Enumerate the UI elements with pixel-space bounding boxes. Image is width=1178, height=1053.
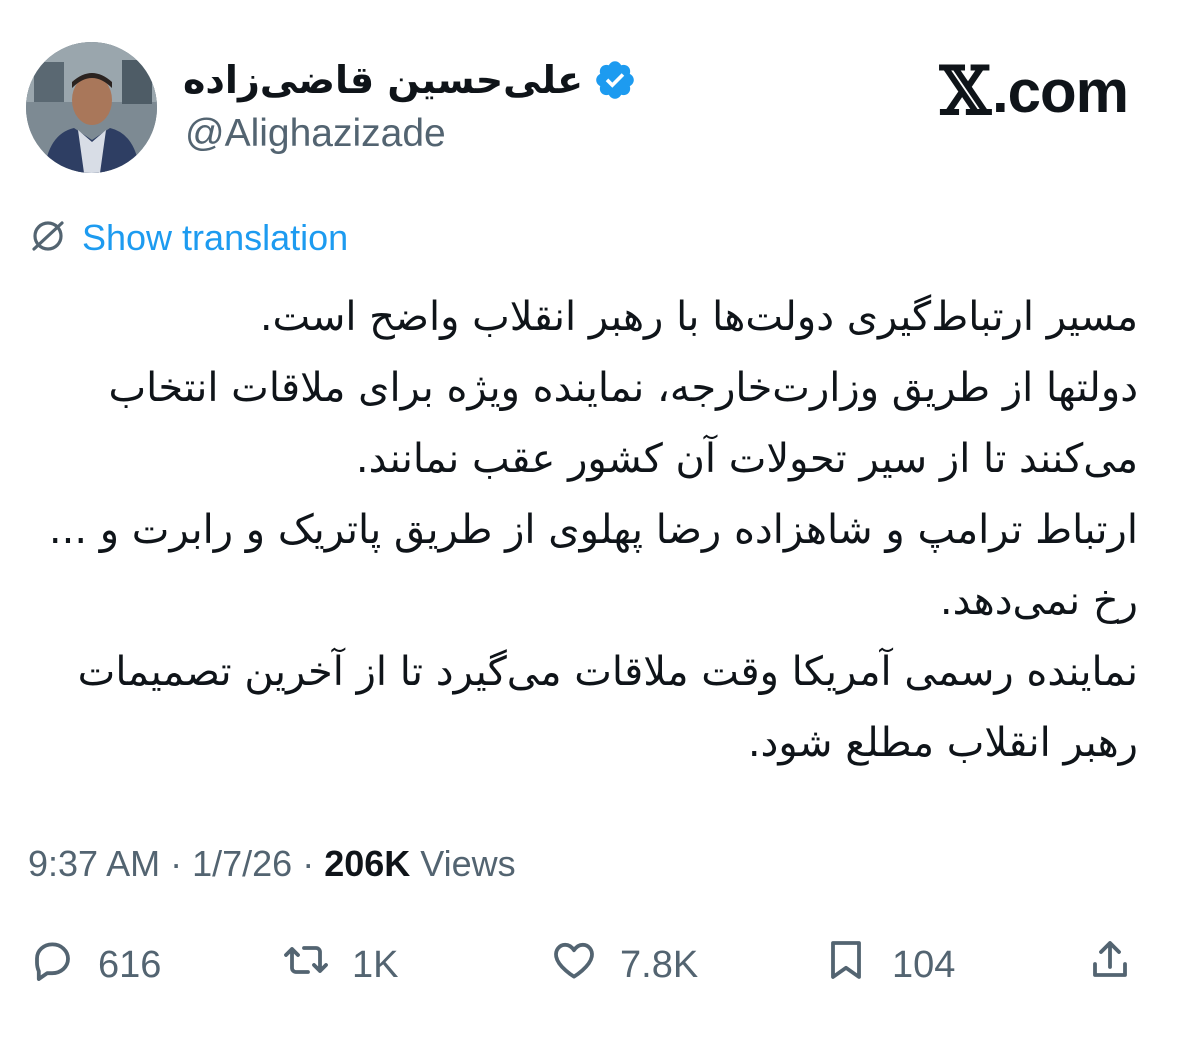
reply-count: 616 — [98, 943, 162, 986]
tweet-text: مسیر ارتباط‌گیری دولت‌ها با رهبر انقلاب … — [48, 294, 1138, 766]
tweet-actions: 616 1K 7.8K 104 — [0, 930, 1178, 1000]
author-handle[interactable]: @Alighazizade — [185, 112, 446, 156]
author-display-name[interactable]: علی‌حسین قاضی‌زاده — [183, 58, 583, 102]
reply-button[interactable]: 616 — [28, 930, 161, 1000]
like-count: 7.8K — [620, 943, 699, 986]
avatar[interactable] — [26, 42, 157, 173]
views-label: Views — [420, 843, 516, 884]
show-translation-label[interactable]: Show translation — [82, 217, 348, 259]
bookmark-button[interactable]: 104 — [822, 930, 955, 1000]
tweet-date[interactable]: 1/7/26 — [192, 843, 292, 885]
share-icon — [1086, 936, 1134, 994]
meta-separator: · — [170, 843, 183, 884]
globe-translate-icon — [28, 216, 68, 261]
views-count: 206K — [324, 843, 411, 884]
show-translation-button[interactable]: Show translation — [28, 214, 348, 262]
repost-icon — [282, 936, 330, 994]
like-button[interactable]: 7.8K — [550, 930, 698, 1000]
meta-separator: · — [302, 843, 315, 884]
verified-badge-icon — [593, 58, 637, 102]
heart-icon — [550, 936, 598, 994]
x-com-logo: 𝕏 .com — [939, 52, 1129, 130]
avatar-image — [26, 42, 157, 173]
repost-button[interactable]: 1K — [282, 930, 398, 1000]
x-logo-icon: 𝕏 — [939, 52, 991, 130]
tweet-meta: 9:37 AM · 1/7/26 · 206K Views — [28, 838, 516, 890]
repost-count: 1K — [352, 943, 399, 986]
bookmark-count: 104 — [892, 943, 956, 986]
reply-icon — [28, 936, 76, 994]
tweet-time[interactable]: 9:37 AM — [28, 843, 160, 885]
brand-label: .com — [991, 57, 1129, 125]
share-button[interactable] — [1086, 930, 1134, 1000]
author-name-row[interactable]: علی‌حسین قاضی‌زاده — [183, 50, 637, 110]
bookmark-icon — [822, 936, 870, 994]
